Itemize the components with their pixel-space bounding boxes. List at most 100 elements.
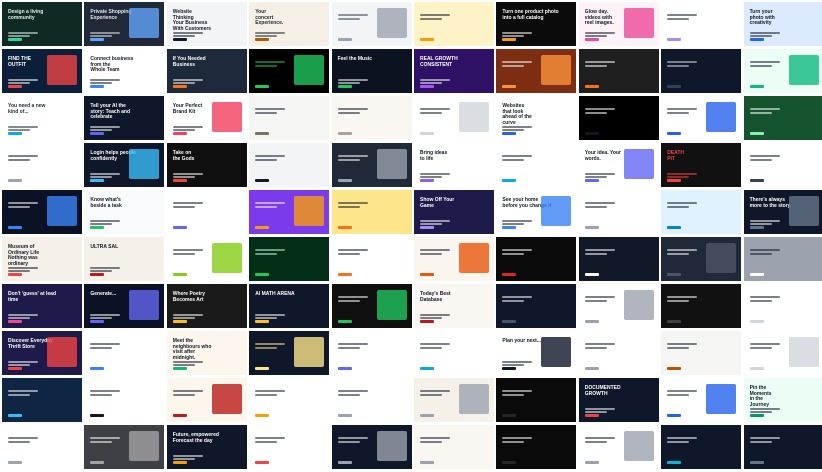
thumbnail-tile[interactable] (661, 49, 742, 93)
thumbnail-tile[interactable] (661, 237, 742, 281)
thumbnail-tile[interactable]: Generate... (84, 284, 165, 328)
thumbnail-tile[interactable] (661, 96, 742, 140)
thumbnail-tile[interactable]: Your Perfect Brand Kit (166, 96, 247, 140)
thumbnail-tile[interactable]: Plan your next... (496, 331, 577, 375)
thumbnail-tile[interactable]: AI MATH ARENA (249, 284, 330, 328)
thumbnail-tile[interactable] (496, 425, 577, 469)
thumbnail-tile[interactable] (2, 190, 82, 234)
thumbnail-tile[interactable] (331, 96, 412, 140)
thumbnail-tile[interactable] (331, 237, 412, 281)
thumbnail-tile[interactable] (743, 49, 822, 93)
thumbnail-tile[interactable] (2, 143, 82, 187)
thumbnail-tile[interactable] (743, 425, 822, 469)
thumbnail-tile[interactable] (249, 143, 330, 187)
thumbnail-tile[interactable] (249, 237, 330, 281)
thumbnail-tile[interactable] (743, 331, 822, 375)
thumbnail-tile[interactable]: Where Poetry Becomes Art (166, 284, 247, 328)
thumbnail-tile[interactable] (496, 378, 577, 422)
thumbnail-tile[interactable]: Feel the Music (331, 49, 412, 93)
thumbnail-tile[interactable]: Websites that look ahead of the curve (496, 96, 577, 140)
thumbnail-tile[interactable]: Museum of Ordinary Life Nothing was ordi… (2, 237, 82, 281)
thumbnail-tile[interactable] (578, 425, 659, 469)
thumbnail-tile[interactable]: Know what's beside a task (84, 190, 165, 234)
thumbnail-tile[interactable] (84, 331, 165, 375)
thumbnail-tile[interactable]: If You Needed Business (166, 49, 247, 93)
thumbnail-tile[interactable] (414, 237, 494, 281)
thumbnail-tile[interactable]: You need a new kind of... (2, 96, 82, 140)
thumbnail-tile[interactable]: Website Thinking Your Business With Cust… (166, 2, 247, 46)
thumbnail-tile[interactable]: There's always more to the story. (743, 190, 822, 234)
thumbnail-tile[interactable] (496, 284, 577, 328)
thumbnail-tile[interactable] (414, 2, 494, 46)
thumbnail-tile[interactable] (496, 237, 577, 281)
thumbnail-tile[interactable] (743, 237, 822, 281)
thumbnail-tile[interactable]: Glow day. videos with reel images. (578, 2, 659, 46)
thumbnail-tile[interactable] (414, 331, 494, 375)
thumbnail-tile[interactable]: Bring ideas to life (414, 143, 494, 187)
thumbnail-tile[interactable] (166, 190, 247, 234)
thumbnail-tile[interactable]: Connect business from the Whole Team (84, 49, 165, 93)
thumbnail-tile[interactable]: Pin the Moments in the Journey (743, 378, 822, 422)
thumbnail-tile[interactable] (249, 425, 330, 469)
thumbnail-tile[interactable] (331, 284, 412, 328)
thumbnail-tile[interactable] (249, 378, 330, 422)
thumbnail-tile[interactable] (661, 284, 742, 328)
thumbnail-tile[interactable]: Discover Everyday Thrift Store (2, 331, 82, 375)
thumbnail-tile[interactable] (331, 2, 412, 46)
thumbnail-tile[interactable] (249, 49, 330, 93)
thumbnail-tile[interactable] (84, 378, 165, 422)
thumbnail-tile[interactable] (661, 378, 742, 422)
thumbnail-tile[interactable] (661, 425, 742, 469)
thumbnail-tile[interactable] (84, 425, 165, 469)
thumbnail-tile[interactable] (578, 237, 659, 281)
thumbnail-tile[interactable]: Turn one product photo into a full catal… (496, 2, 577, 46)
thumbnail-tile[interactable] (578, 190, 659, 234)
thumbnail-tile[interactable] (331, 378, 412, 422)
thumbnail-tile[interactable]: Take on the Gods (166, 143, 247, 187)
thumbnail-tile[interactable]: Design a living community (2, 2, 82, 46)
thumbnail-tile[interactable]: Turn your photo with creativity (743, 2, 822, 46)
thumbnail-tile[interactable] (578, 49, 659, 93)
thumbnail-tile[interactable]: DOCUMENTED GROWTH (578, 378, 659, 422)
thumbnail-tile[interactable] (414, 425, 494, 469)
thumbnail-tile[interactable]: REAL GROWTH CONSISTENT (414, 49, 494, 93)
thumbnail-tile[interactable] (578, 331, 659, 375)
thumbnail-tile[interactable] (496, 49, 577, 93)
thumbnail-tile[interactable]: ULTRA SAL (84, 237, 165, 281)
thumbnail-tile[interactable]: Today's Best Database (414, 284, 494, 328)
thumbnail-tile[interactable]: Tell your AI the story: Teach and celebr… (84, 96, 165, 140)
thumbnail-tile[interactable] (166, 237, 247, 281)
thumbnail-tile[interactable] (414, 96, 494, 140)
thumbnail-tile[interactable]: Your idea. Your words. (578, 143, 659, 187)
thumbnail-tile[interactable]: DEATH PIT (661, 143, 742, 187)
thumbnail-tile[interactable] (331, 143, 412, 187)
thumbnail-tile[interactable] (743, 284, 822, 328)
thumbnail-tile[interactable] (331, 425, 412, 469)
thumbnail-tile[interactable]: Meet the neighbours who visit after midn… (166, 331, 247, 375)
thumbnail-tile[interactable]: Login helps people confidently (84, 143, 165, 187)
thumbnail-tile[interactable] (661, 190, 742, 234)
thumbnail-tile[interactable]: Don't 'guess' at lead time (2, 284, 82, 328)
thumbnail-tile[interactable] (661, 2, 742, 46)
thumbnail-tile[interactable] (2, 378, 82, 422)
thumbnail-tile[interactable] (414, 378, 494, 422)
thumbnail-tile[interactable]: Private Shopping Experience (84, 2, 165, 46)
thumbnail-tile[interactable] (2, 425, 82, 469)
thumbnail-tile[interactable]: Show Off Your Game (414, 190, 494, 234)
thumbnail-tile[interactable] (249, 331, 330, 375)
thumbnail-tile[interactable] (743, 96, 822, 140)
thumbnail-tile[interactable] (249, 96, 330, 140)
thumbnail-tile[interactable]: See your home before you change it (496, 190, 577, 234)
thumbnail-tile[interactable] (496, 143, 577, 187)
thumbnail-tile[interactable] (166, 378, 247, 422)
thumbnail-tile[interactable] (578, 96, 659, 140)
thumbnail-tile[interactable]: FIND THE OUTFIT (2, 49, 82, 93)
thumbnail-tile[interactable] (578, 284, 659, 328)
thumbnail-tile[interactable] (249, 190, 330, 234)
thumbnail-tile[interactable] (661, 331, 742, 375)
thumbnail-tile[interactable] (743, 143, 822, 187)
thumbnail-tile[interactable]: Your concert Experience. (249, 2, 330, 46)
thumbnail-tile[interactable]: Future, empowered Forecast the day (166, 425, 247, 469)
thumbnail-tile[interactable] (331, 331, 412, 375)
thumbnail-tile[interactable] (331, 190, 412, 234)
